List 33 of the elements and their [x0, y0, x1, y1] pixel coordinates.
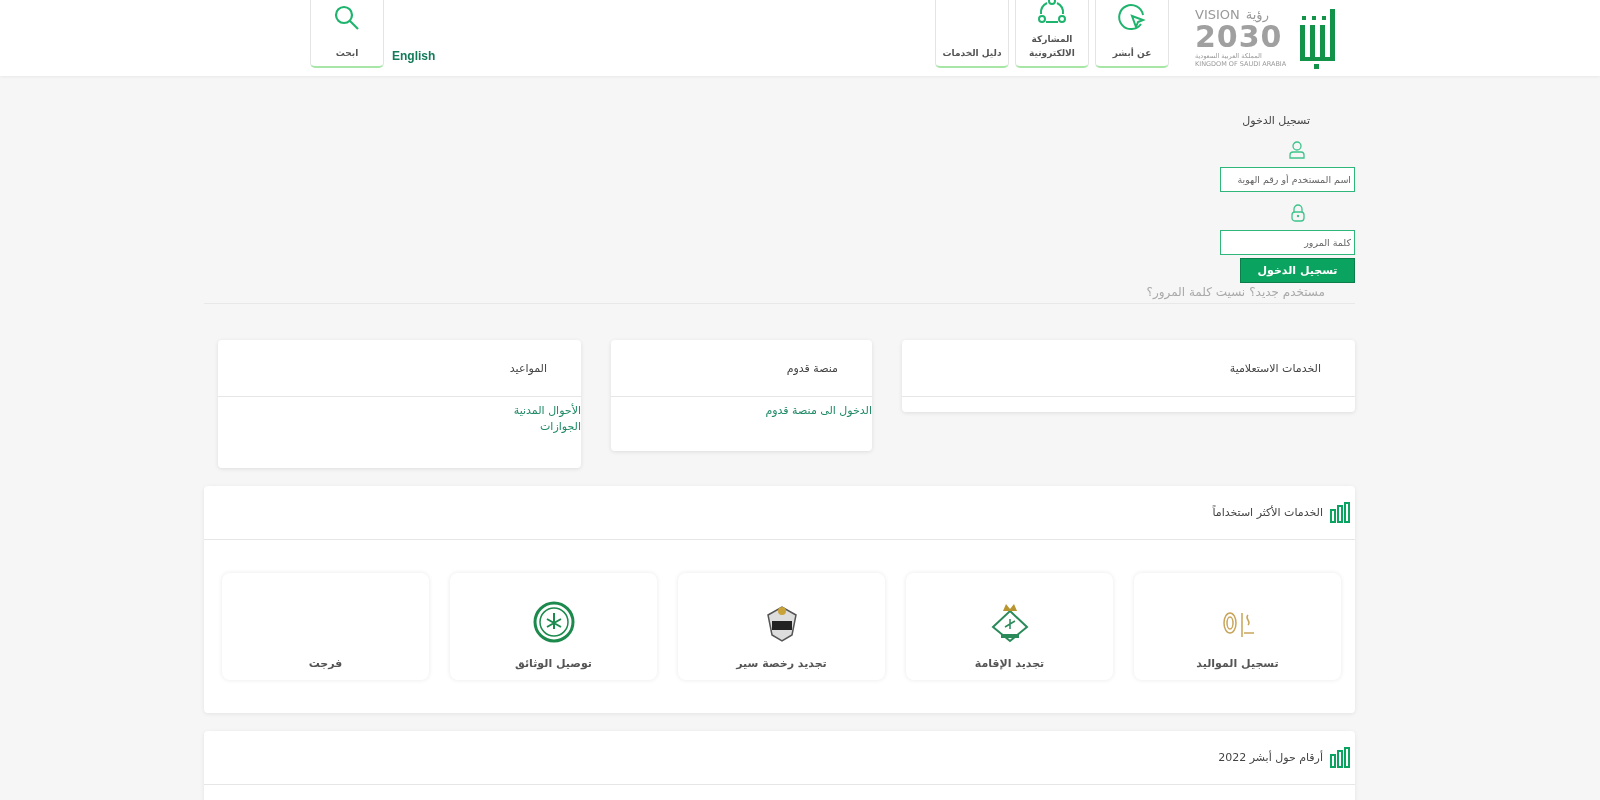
pointer-icon: [1117, 2, 1147, 32]
service-tile[interactable]: تسجيل المواليد: [1134, 573, 1341, 680]
service-tile[interactable]: توصيل الوثائق: [450, 573, 657, 680]
vision-year-text: 2030: [1195, 22, 1283, 52]
section-title: الخدمات الأكثر استخداماً: [1212, 506, 1323, 519]
card-link[interactable]: الجوازات: [218, 419, 581, 435]
search-icon: [333, 4, 361, 32]
network-icon: [1037, 0, 1067, 26]
lock-icon: [1291, 204, 1305, 222]
card-title: منصة قدوم: [786, 361, 838, 375]
login-title: تسجيل الدخول: [1242, 114, 1310, 127]
search-button[interactable]: ابحث: [310, 0, 384, 68]
vision-logo-text: VISION: [1195, 8, 1240, 22]
service-tile[interactable]: تجديد رخصة سير: [678, 573, 885, 680]
language-link[interactable]: English: [392, 49, 436, 63]
round-emblem-icon: [532, 601, 575, 643]
user-icon: [1289, 141, 1305, 159]
service-tile[interactable]: تجديد الإقامة: [906, 573, 1113, 680]
username-field[interactable]: اسم المستخدم أو رقم الهوية: [1220, 167, 1355, 192]
absher-logo-icon: [1298, 7, 1336, 69]
nav-tab[interactable]: عن أبشر: [1095, 0, 1169, 68]
bar-chart-icon: [1329, 501, 1351, 524]
bar-chart-icon: [1329, 746, 1351, 769]
password-field[interactable]: كلمة المرور: [1220, 230, 1355, 255]
card-title: المواعيد: [509, 361, 547, 375]
card-title: الخدمات الاستعلامية: [1229, 361, 1321, 375]
card-link[interactable]: الدخول الى منصة قدوم: [611, 403, 872, 419]
service-tile[interactable]: فرجت: [222, 573, 429, 680]
vision-logo-text: رؤية: [1245, 8, 1269, 22]
section-title: أرقام حول أبشر 2022: [1218, 751, 1323, 764]
nav-tab[interactable]: المشاركة الالكترونية: [1015, 0, 1089, 68]
nav-tab[interactable]: دليل الخدمات: [935, 0, 1009, 68]
card-link[interactable]: الأحوال المدنية: [218, 403, 581, 419]
